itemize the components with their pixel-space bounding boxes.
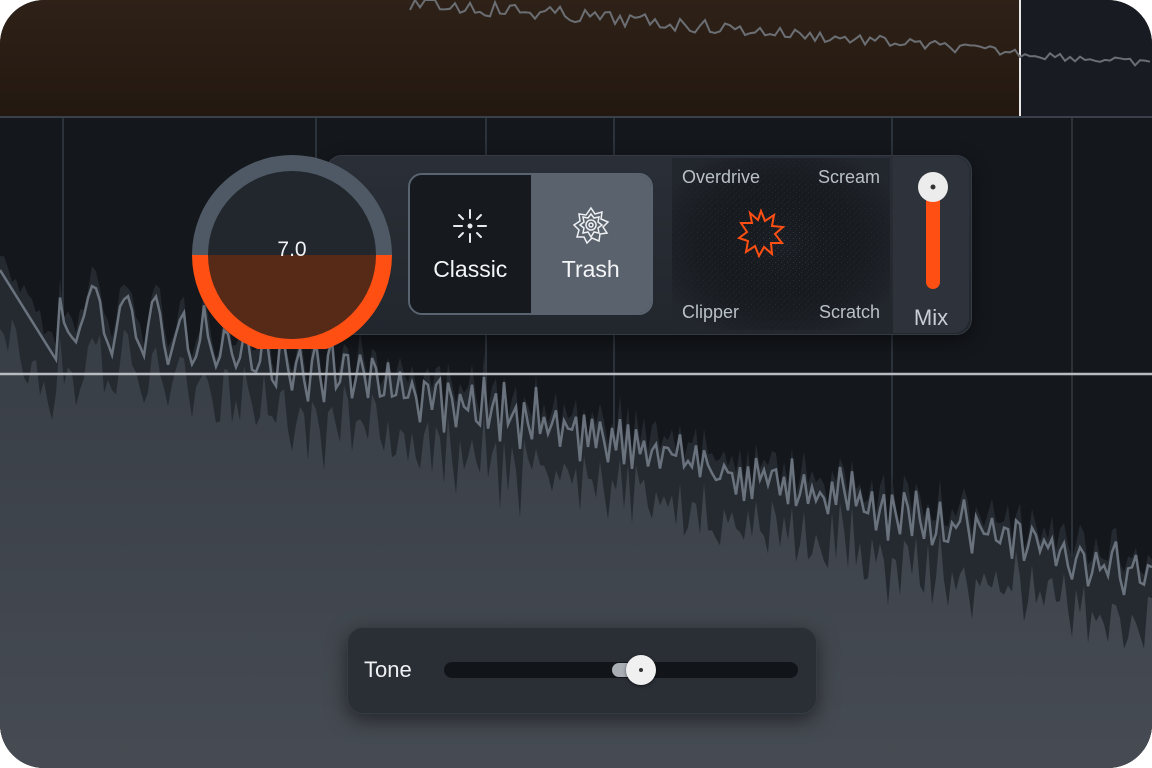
top-history-band (0, 0, 1020, 117)
mix-label: Mix (913, 305, 949, 330)
mix-slider[interactable]: Mix (893, 157, 969, 333)
drive-value: 7.0 (277, 238, 307, 261)
mandala-icon (572, 206, 610, 244)
tone-slider-thumb[interactable] (626, 655, 656, 685)
tone-panel: Tone (347, 627, 817, 714)
mode-classic-label: Classic (433, 255, 508, 282)
mode-classic-button[interactable]: Classic (410, 175, 531, 313)
pad-label-overdrive: Overdrive (682, 167, 761, 187)
mode-trash-button[interactable]: Trash (530, 175, 651, 313)
sparkle-icon (453, 208, 488, 243)
pad-label-scream: Scream (817, 167, 880, 187)
mode-trash-label: Trash (561, 255, 620, 282)
pad-label-scratch: Scratch (818, 302, 880, 322)
plugin-window: 7.0 Classic Trash Overdrive Scream Clipp… (0, 0, 1152, 768)
mode-switch: Classic Trash (408, 173, 653, 315)
mix-track-fill (926, 187, 940, 289)
xy-pad[interactable]: Overdrive Scream Clipper Scratch (672, 158, 890, 330)
starburst-icon[interactable] (736, 208, 786, 258)
pad-label-clipper: Clipper (682, 302, 740, 322)
tone-label: Tone (364, 657, 412, 682)
